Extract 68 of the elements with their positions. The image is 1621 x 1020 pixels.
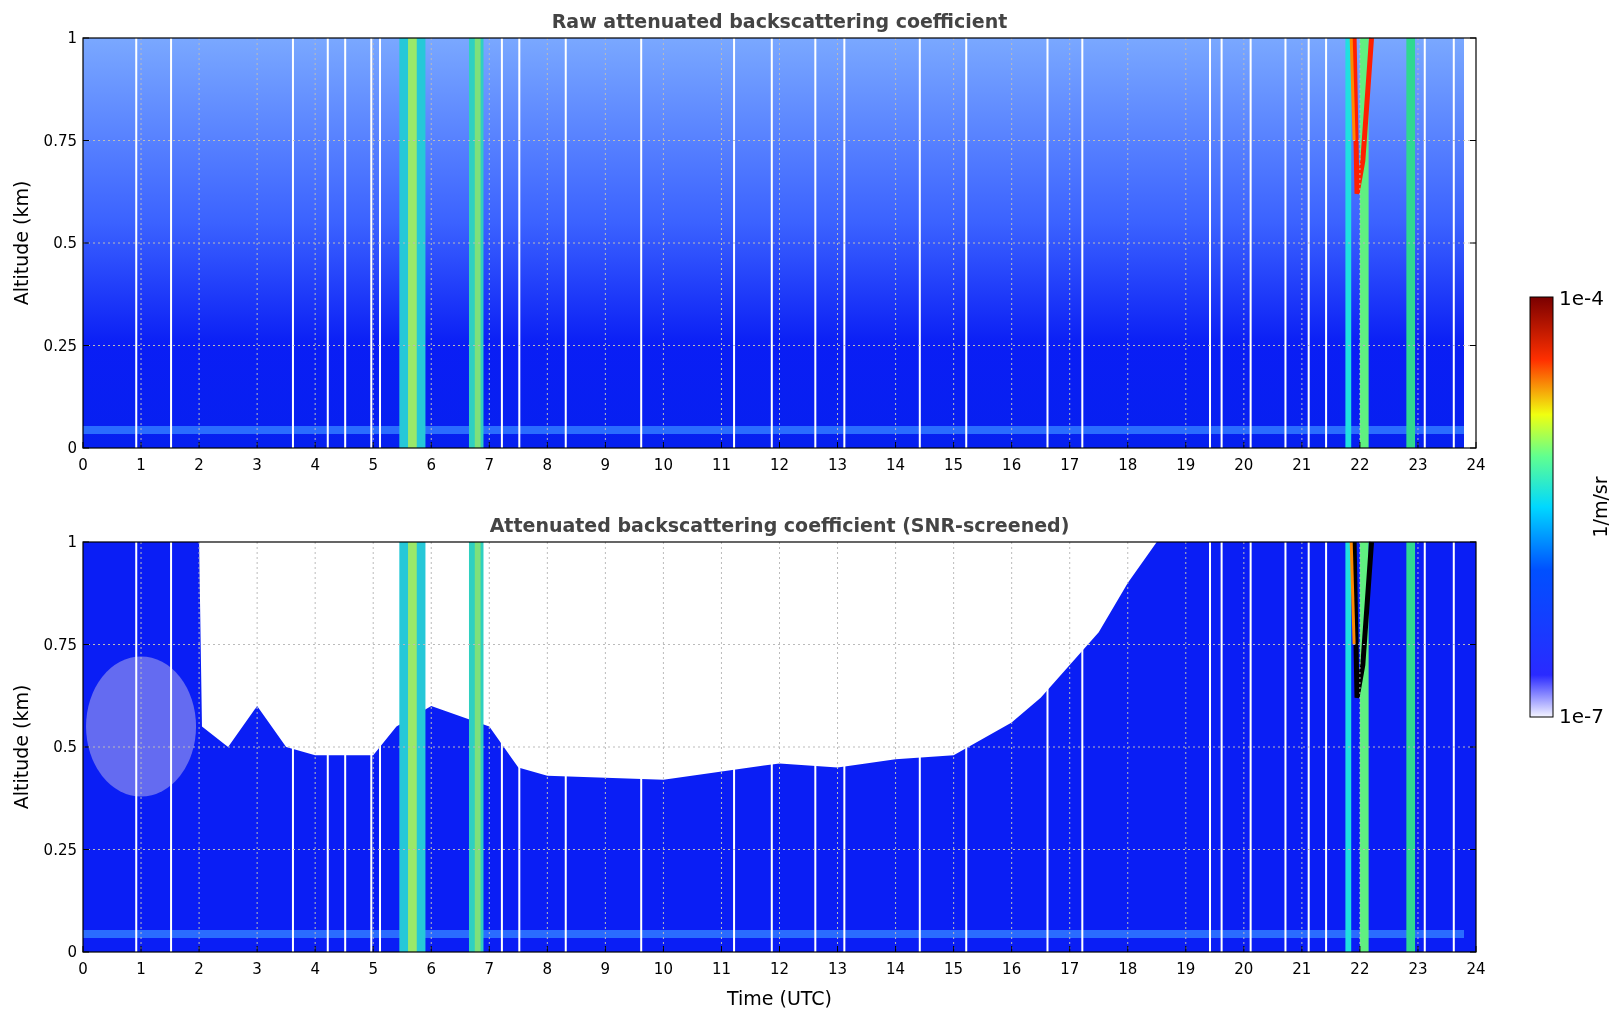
x-tick-label: 22 — [1350, 960, 1370, 978]
x-tick-label: 3 — [252, 960, 262, 978]
x-tick-label: 22 — [1350, 456, 1370, 474]
y-tick-label: 0.5 — [53, 234, 77, 252]
x-tick-label: 9 — [600, 960, 611, 978]
y-axis-label: Altitude (km) — [10, 180, 32, 306]
x-tick-label: 20 — [1234, 960, 1254, 978]
x-tick-label: 15 — [944, 456, 964, 474]
x-tick-label: 17 — [1060, 456, 1080, 474]
x-tick-label: 12 — [769, 960, 790, 978]
x-tick-label: 8 — [542, 960, 553, 978]
x-tick-label: 7 — [484, 960, 495, 978]
x-tick-label: 13 — [828, 960, 848, 978]
x-tick-label: 11 — [711, 960, 731, 978]
x-tick-label: 1 — [136, 456, 146, 474]
x-tick-label: 24 — [1466, 456, 1486, 474]
x-tick-label: 14 — [886, 456, 906, 474]
x-tick-label: 16 — [1002, 960, 1022, 978]
y-tick-label: 1 — [67, 533, 77, 551]
chart-title: Attenuated backscattering coefficient (SNR-screened) — [489, 514, 1070, 536]
x-tick-label: 2 — [194, 456, 204, 474]
x-tick-label: 23 — [1408, 960, 1428, 978]
colorbar-label: 1/m/sr — [1589, 476, 1611, 538]
x-tick-label: 10 — [653, 456, 673, 474]
chart-title: Raw attenuated backscattering coefficient — [551, 10, 1008, 32]
x-tick-label: 13 — [828, 456, 848, 474]
x-tick-label: 19 — [1176, 960, 1196, 978]
y-tick-label: 0 — [67, 439, 77, 457]
x-tick-label: 2 — [194, 960, 204, 978]
x-tick-label: 3 — [252, 456, 262, 474]
x-tick-label: 11 — [711, 456, 731, 474]
x-tick-label: 8 — [542, 456, 553, 474]
y-tick-label: 0 — [67, 943, 77, 961]
colorbar-max-label: 1e-4 — [1559, 286, 1604, 310]
y-tick-label: 0.25 — [43, 840, 77, 859]
x-tick-label: 5 — [368, 960, 378, 978]
x-tick-label: 21 — [1292, 960, 1312, 978]
x-tick-label: 6 — [426, 456, 436, 474]
y-axis-label: Altitude (km) — [10, 684, 32, 810]
x-axis-label: Time (UTC) — [727, 987, 832, 1009]
x-tick-label: 21 — [1292, 456, 1312, 474]
y-tick-label: 0.75 — [43, 131, 77, 150]
x-tick-label: 0 — [78, 456, 88, 474]
x-tick-label: 4 — [310, 960, 320, 978]
x-tick-label: 7 — [484, 456, 495, 474]
x-tick-label: 20 — [1234, 456, 1254, 474]
y-tick-label: 0.75 — [43, 635, 77, 654]
x-tick-label: 12 — [769, 456, 790, 474]
x-tick-label: 19 — [1176, 456, 1196, 474]
x-tick-label: 15 — [944, 960, 964, 978]
x-tick-label: 0 — [78, 960, 88, 978]
x-tick-label: 10 — [653, 960, 673, 978]
x-tick-label: 4 — [310, 456, 320, 474]
x-tick-label: 6 — [426, 960, 436, 978]
y-tick-label: 0.5 — [53, 738, 77, 756]
x-tick-label: 18 — [1118, 456, 1138, 474]
x-tick-label: 23 — [1408, 456, 1428, 474]
x-tick-label: 18 — [1118, 960, 1138, 978]
x-tick-label: 9 — [600, 456, 611, 474]
x-tick-label: 24 — [1466, 960, 1486, 978]
x-tick-label: 17 — [1060, 960, 1080, 978]
x-tick-label: 14 — [886, 960, 906, 978]
x-tick-label: 5 — [368, 456, 378, 474]
x-tick-label: 1 — [136, 960, 146, 978]
colorbar-min-label: 1e-7 — [1559, 704, 1604, 728]
x-tick-label: 16 — [1002, 456, 1022, 474]
y-tick-label: 1 — [67, 29, 77, 47]
y-tick-label: 0.25 — [43, 336, 77, 355]
